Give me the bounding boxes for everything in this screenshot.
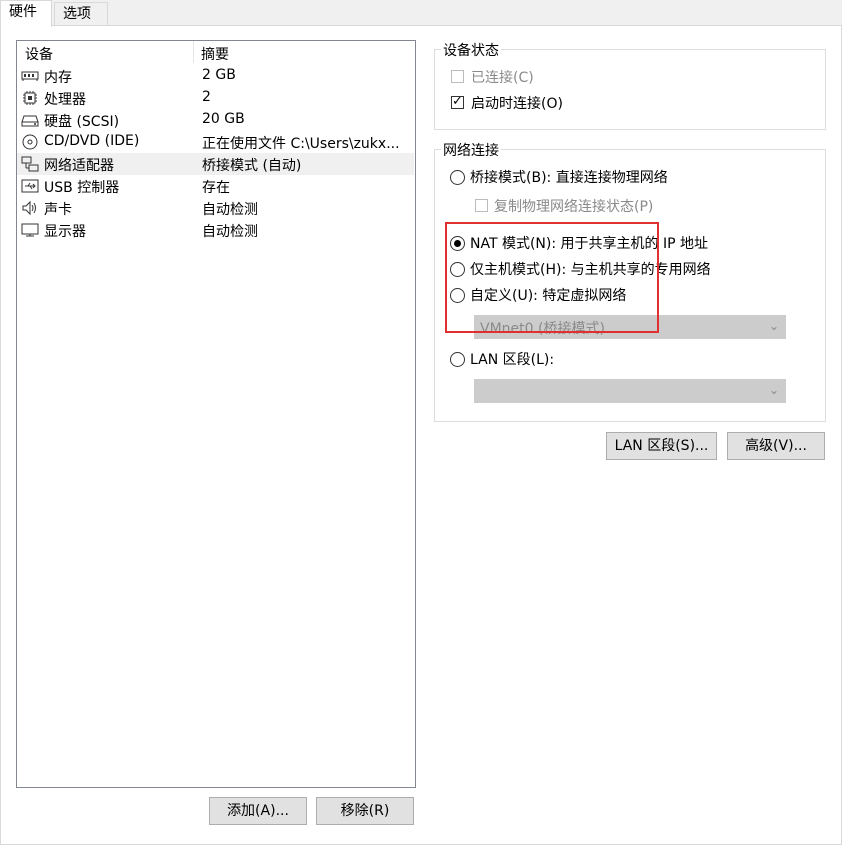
replicate-state-checkbox[interactable] <box>475 199 488 212</box>
custom-label: 自定义(U): 特定虚拟网络 <box>470 288 627 304</box>
replicate-state-label: 复制物理网络连接状态(P) <box>494 199 654 215</box>
bridged-radio[interactable] <box>450 170 465 185</box>
device-name: 内存 <box>44 70 72 86</box>
device-row-hard-disk[interactable]: 硬盘 (SCSI) 20 GB <box>17 109 414 131</box>
chevron-down-icon: ⌄ <box>768 319 779 333</box>
connect-at-power-on-label: 启动时连接(O) <box>471 96 563 112</box>
device-summary: 桥接模式 (自动) <box>202 158 302 174</box>
device-row-memory[interactable]: 内存 2 GB <box>17 65 414 87</box>
summary-column-header[interactable]: 摘要 <box>201 44 229 64</box>
device-name: 硬盘 (SCSI) <box>44 114 120 130</box>
nat-radio[interactable] <box>450 236 465 251</box>
connect-at-power-on-checkbox[interactable]: ✓ <box>451 94 464 109</box>
lan-segment-radio[interactable] <box>450 352 465 367</box>
custom-network-value: VMnet0 (桥接模式) <box>480 321 605 337</box>
radio-selected-dot <box>454 240 461 247</box>
device-summary: 正在使用文件 C:\Users\zukx... <box>202 136 400 152</box>
device-summary: 自动检测 <box>202 224 258 240</box>
sound-card-icon <box>21 200 39 216</box>
device-row-usb[interactable]: USB 控制器 存在 <box>17 175 414 197</box>
device-name: 处理器 <box>44 92 86 108</box>
device-summary: 20 GB <box>202 111 245 127</box>
device-summary: 自动检测 <box>202 202 258 218</box>
connected-checkbox[interactable] <box>451 70 464 83</box>
device-row-network-adapter[interactable]: 网络适配器 桥接模式 (自动) <box>17 153 414 175</box>
memory-icon <box>21 68 39 84</box>
remove-button[interactable]: 移除(R) <box>316 797 414 825</box>
host-only-radio[interactable] <box>450 262 465 277</box>
device-name: 声卡 <box>44 202 72 218</box>
tab-options[interactable]: 选项 <box>54 2 108 26</box>
lan-segment-select[interactable]: ⌄ <box>474 379 786 403</box>
chevron-down-icon: ⌄ <box>768 383 779 397</box>
device-name: 显示器 <box>44 224 86 240</box>
checkmark-icon: ✓ <box>452 94 463 109</box>
list-header: 设备 摘要 <box>17 41 415 63</box>
device-status-title: 设备状态 <box>441 40 501 60</box>
device-summary: 存在 <box>202 180 230 196</box>
nat-label: NAT 模式(N): 用于共享主机的 IP 地址 <box>470 236 708 252</box>
device-summary: 2 <box>202 89 211 105</box>
device-list[interactable]: 设备 摘要 内存 2 GB 处理器 2 硬盘 (SCSI) 20 GB CD/D… <box>16 40 416 788</box>
tab-bar: 硬件 选项 <box>0 0 842 27</box>
device-name: USB 控制器 <box>44 180 120 196</box>
display-icon <box>21 222 39 238</box>
usb-icon <box>21 178 39 194</box>
bridged-label: 桥接模式(B): 直接连接物理网络 <box>470 170 668 186</box>
device-row-cd-dvd[interactable]: CD/DVD (IDE) 正在使用文件 C:\Users\zukx... <box>17 131 414 153</box>
network-adapter-icon <box>21 156 39 172</box>
advanced-button[interactable]: 高级(V)... <box>727 432 825 460</box>
processor-icon <box>21 90 39 106</box>
hard-disk-icon <box>21 112 39 128</box>
device-name: CD/DVD (IDE) <box>44 133 140 149</box>
device-column-header[interactable]: 设备 <box>25 44 53 64</box>
device-summary: 2 GB <box>202 67 236 83</box>
device-status-group <box>434 49 826 130</box>
device-name: 网络适配器 <box>44 158 114 174</box>
column-divider[interactable] <box>193 41 194 63</box>
add-button[interactable]: 添加(A)... <box>209 797 307 825</box>
cd-dvd-icon <box>21 134 39 150</box>
lan-segments-button[interactable]: LAN 区段(S)... <box>606 432 717 460</box>
device-row-processor[interactable]: 处理器 2 <box>17 87 414 109</box>
custom-radio[interactable] <box>450 288 465 303</box>
tab-hardware[interactable]: 硬件 <box>0 0 52 27</box>
device-row-sound-card[interactable]: 声卡 自动检测 <box>17 197 414 219</box>
lan-segment-label: LAN 区段(L): <box>470 352 555 368</box>
connected-label: 已连接(C) <box>471 70 534 86</box>
device-row-display[interactable]: 显示器 自动检测 <box>17 219 414 241</box>
host-only-label: 仅主机模式(H): 与主机共享的专用网络 <box>470 262 711 278</box>
network-connection-title: 网络连接 <box>441 140 501 160</box>
custom-network-select[interactable]: VMnet0 (桥接模式) ⌄ <box>474 315 786 339</box>
